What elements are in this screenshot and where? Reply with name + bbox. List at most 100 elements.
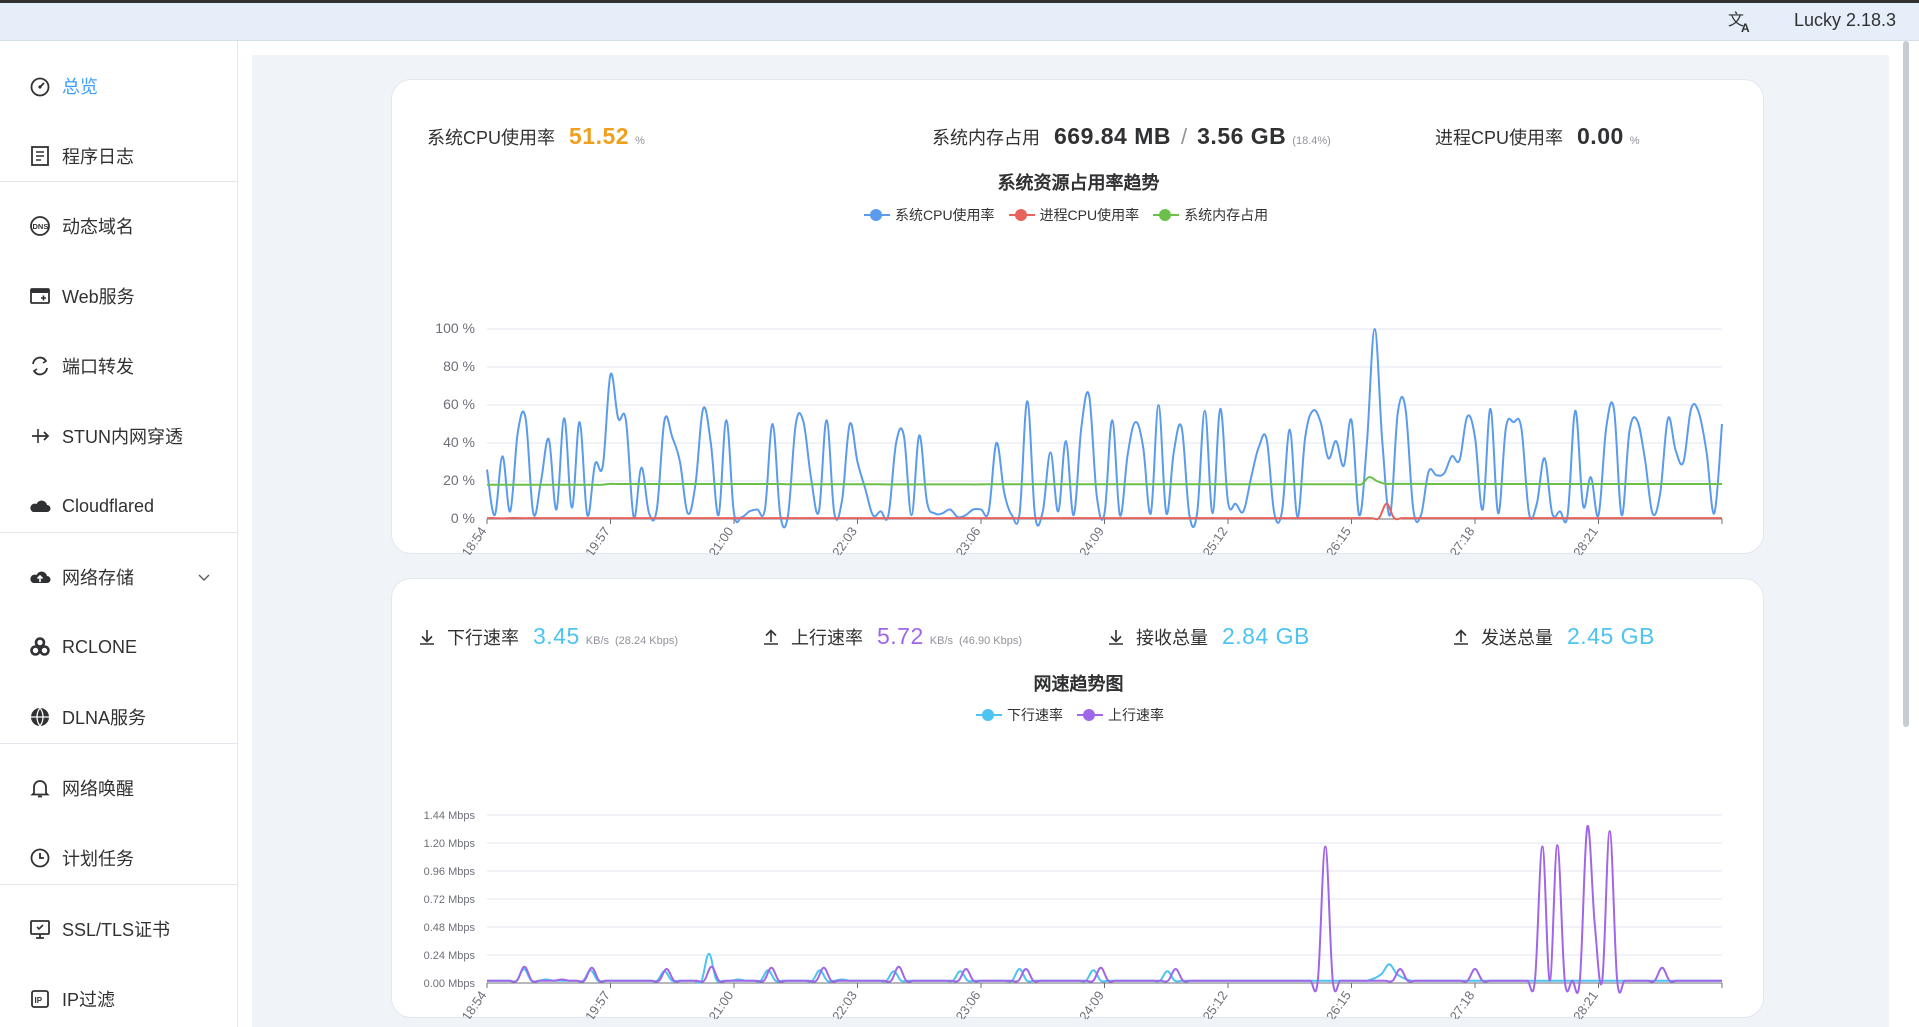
memory-separator: / (1181, 124, 1188, 149)
sidebar-item-label: RCLONE (62, 636, 138, 657)
chevron-down-icon[interactable] (196, 569, 212, 585)
y-tick-label: 0.48 Mbps (424, 922, 476, 934)
system-memory-label: 系统内存占用 (932, 128, 1040, 148)
x-tick-label: 23:23:06 (942, 524, 983, 555)
process-cpu-label: 进程CPU使用率 (1435, 128, 1564, 148)
sidebar-item-label: SSL/TLS证书 (62, 920, 171, 940)
sidebar-item-rclone[interactable]: RCLONE (0, 617, 237, 677)
upload-rate-unit: KB/s (929, 635, 953, 647)
x-tick-label: 23:27:18 (1436, 988, 1477, 1019)
sidebar-item-label: Cloudflared (62, 495, 155, 516)
y-tick-label: 0.24 Mbps (424, 950, 476, 962)
clock-icon (28, 846, 52, 870)
sidebar-divider (0, 532, 237, 533)
sidebar-item-label: 程序日志 (62, 147, 134, 167)
app-version: Lucky 2.18.3 (1794, 10, 1897, 30)
system-memory-stat: 系统内存占用 669.84 MB / 3.56 GB (18.4%) (932, 123, 1331, 150)
x-tick-label: 23:27:18 (1436, 524, 1477, 555)
series-line-1 (486, 825, 1722, 994)
sent-total-label: 发送总量 (1481, 628, 1553, 648)
x-tick-label: 23:22:03 (819, 524, 860, 555)
x-tick-label: 23:21:00 (695, 988, 736, 1019)
sidebar-item-cloudflared[interactable]: Cloudflared (0, 476, 237, 536)
log-document-icon (28, 144, 52, 168)
sent-total-value: 2.45 GB (1567, 623, 1655, 649)
cloud-icon (28, 494, 52, 518)
y-tick-label: 60 % (443, 396, 475, 412)
sidebar-item-ddns[interactable]: DNS 动态域名 (0, 196, 237, 256)
sidebar-item-dlna[interactable]: DLNA服务 (0, 687, 237, 747)
ip-filter-icon: IP (28, 987, 52, 1011)
sidebar-item-stun[interactable]: STUN内网穿透 (0, 406, 237, 466)
sidebar-divider (0, 884, 237, 885)
system-cpu-value: 51.52 (569, 123, 630, 149)
download-rate-unit: KB/s (585, 635, 609, 647)
upload-arrow-icon (1454, 628, 1468, 645)
system-memory-percent: (18.4%) (1292, 135, 1331, 147)
sidebar-divider (0, 181, 237, 182)
sidebar-item-ssl-certs[interactable]: SSL/TLS证书 (0, 899, 237, 959)
x-tick-label: 23:24:09 (1066, 988, 1107, 1019)
sidebar-nav: 总览 程序日志 DNS 动态域名 Web服务 端口转发 STUN内网穿透 Clo… (0, 41, 238, 1027)
sidebar-item-ip-filter[interactable]: IP IP过滤 (0, 969, 237, 1027)
network-speed-chart[interactable]: 0.00 Mbps 0.24 Mbps 0.48 Mbps 0.72 Mbps 0.96… (392, 649, 1765, 1019)
sidebar-item-web-service[interactable]: Web服务 (0, 266, 237, 326)
x-tick-label: 23:24:09 (1066, 524, 1107, 555)
upload-rate-value: 5.72 (877, 623, 924, 649)
x-tick-label: 23:22:03 (819, 988, 860, 1019)
x-tick-label: 23:26:15 (1313, 988, 1354, 1019)
cloud-upload-icon (28, 565, 52, 589)
x-tick-label: 23:18:54 (448, 988, 489, 1019)
download-arrow-icon (420, 629, 434, 645)
y-tick-label: 20 % (443, 472, 475, 488)
y-tick-label: 1.44 Mbps (424, 810, 476, 822)
sidebar-item-logs[interactable]: 程序日志 (0, 126, 237, 186)
download-rate-label: 下行速率 (447, 628, 519, 648)
sidebar-item-port-forward[interactable]: 端口转发 (0, 336, 237, 396)
received-total-label: 接收总量 (1136, 628, 1208, 648)
x-tick-label: 23:25:12 (1189, 988, 1230, 1019)
sidebar-item-label: 计划任务 (62, 849, 134, 869)
upload-rate-kbps: (46.90 Kbps) (959, 635, 1022, 647)
x-tick-label: 23:21:00 (695, 524, 736, 555)
certificate-monitor-icon (28, 917, 52, 941)
download-rate-stat: 下行速率 3.45 KB/s (28.24 Kbps) (417, 623, 678, 650)
svg-text:DNS: DNS (33, 222, 49, 231)
download-arrow-icon (1109, 629, 1123, 645)
system-memory-used: 669.84 MB (1054, 123, 1172, 149)
translate-icon[interactable]: 文 A (1728, 10, 1754, 34)
upload-rate-label: 上行速率 (791, 628, 863, 648)
x-tick-label: 23:18:54 (448, 524, 489, 555)
sidebar-item-label: STUN内网穿透 (62, 427, 183, 447)
upload-arrow-icon (764, 628, 778, 645)
sidebar-item-network-storage[interactable]: 网络存储 (0, 547, 237, 607)
received-total-stat: 接收总量 2.84 GB (1106, 623, 1310, 650)
y-tick-label: 100 % (435, 320, 475, 336)
sidebar-item-label: 网络唤醒 (62, 779, 134, 799)
bell-icon (28, 776, 52, 800)
sidebar-item-scheduled-tasks[interactable]: 计划任务 (0, 828, 237, 888)
sidebar-item-label: 网络存储 (62, 568, 134, 588)
y-tick-label: 0 % (451, 510, 475, 526)
download-rate-kbps: (28.24 Kbps) (615, 635, 678, 647)
system-resource-chart[interactable]: 0 % 20 % 40 % 60 % 80 % 100 % 23:18:54 23:19:57… (392, 155, 1765, 555)
process-cpu-value: 0.00 (1577, 123, 1624, 149)
x-tick-label: 23:19:57 (572, 988, 613, 1019)
y-tick-label: 0.96 Mbps (424, 866, 476, 878)
sidebar-item-wol[interactable]: 网络唤醒 (0, 758, 237, 818)
page-scrollbar[interactable] (1903, 41, 1909, 727)
sidebar-item-label: 总览 (62, 77, 98, 97)
x-tick-label: 23:23:06 (942, 988, 983, 1019)
rclone-icon (28, 635, 52, 659)
system-cpu-stat: 系统CPU使用率 51.52 % (427, 123, 645, 150)
sidebar-item-label: Web服务 (62, 287, 135, 307)
received-total-value: 2.84 GB (1222, 623, 1310, 649)
upload-rate-stat: 上行速率 5.72 KB/s (46.90 Kbps) (761, 623, 1022, 650)
system-resource-card: 系统CPU使用率 51.52 % 系统内存占用 669.84 MB / 3.56… (391, 79, 1765, 555)
y-tick-label: 0.00 Mbps (424, 978, 476, 990)
sidebar-item-overview[interactable]: 总览 (0, 56, 237, 116)
y-tick-label: 0.72 Mbps (424, 894, 476, 906)
x-tick-label: 23:25:12 (1189, 524, 1230, 555)
x-tick-label: 23:28:21 (1560, 988, 1601, 1019)
x-tick-label: 23:26:15 (1313, 524, 1354, 555)
